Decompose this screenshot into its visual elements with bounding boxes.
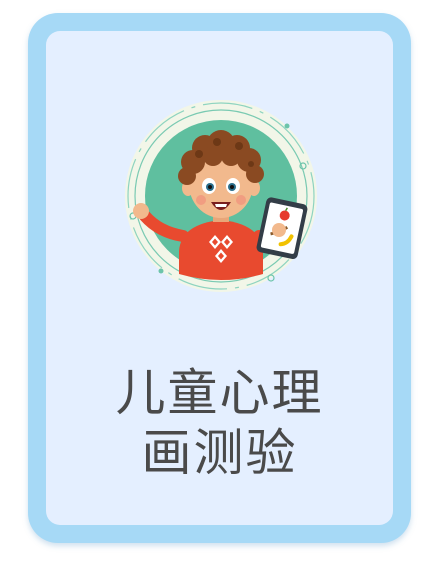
card-title: 儿童心理 画测验: [46, 363, 393, 483]
test-card[interactable]: 儿童心理 画测验: [28, 13, 411, 543]
child-with-tablet-icon: [121, 96, 321, 296]
card-panel: 儿童心理 画测验: [46, 31, 393, 525]
card-title-line2: 画测验: [141, 424, 298, 482]
child-illustration-svg: [125, 100, 317, 292]
card-title-line1: 儿童心理: [115, 364, 324, 422]
